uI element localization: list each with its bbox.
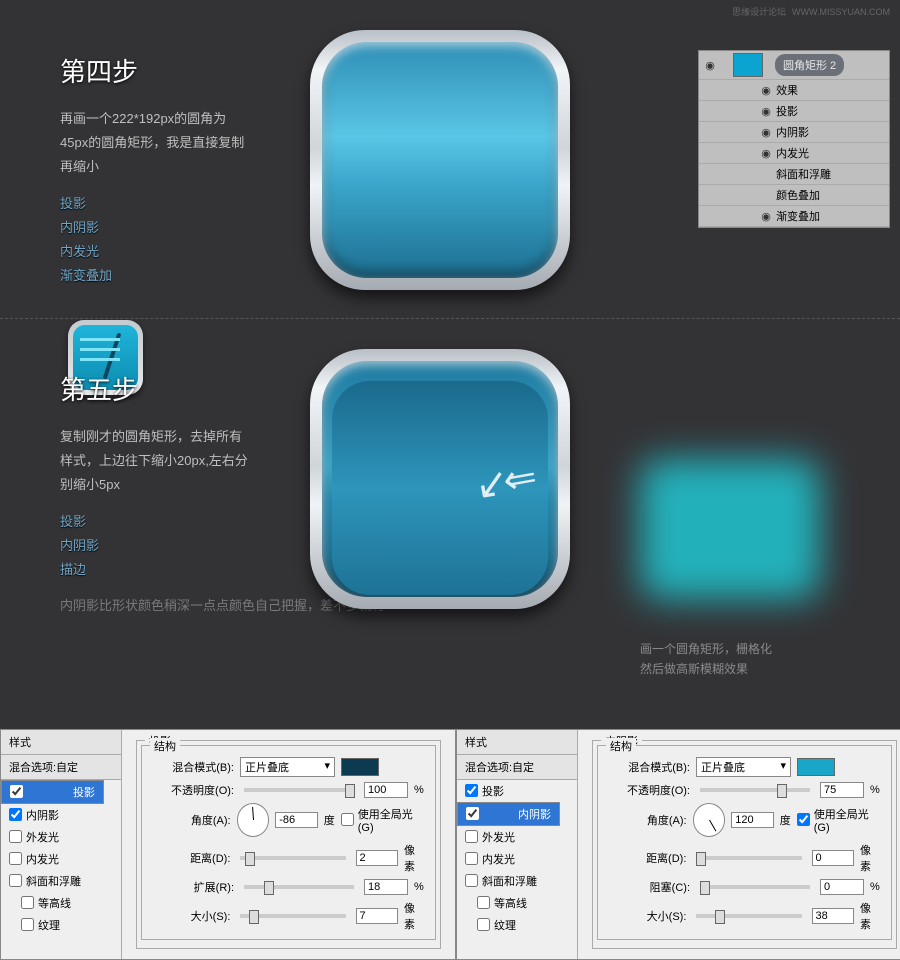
angle-dial[interactable] [693,803,726,837]
style-item[interactable]: 投影 [457,780,577,802]
visibility-icon[interactable]: ◉ [759,147,773,160]
style-item[interactable]: 投影 [1,780,104,804]
step4-desc: 再画一个222*192px的圆角为45px的圆角矩形，我是直接复制再缩小 [60,107,250,179]
style-checkbox[interactable] [465,784,478,797]
style-checkbox[interactable] [477,918,490,931]
fx-item[interactable]: 颜色叠加 [699,185,889,206]
fx-item[interactable]: ◉ 投影 [699,101,889,122]
style-item[interactable]: 斜面和浮雕 [1,870,121,892]
struct-legend: 结构 [150,738,180,754]
dialog-inner-shadow: 样式混合选项:自定 投影 内阴影 外发光 内发光 斜面和浮雕 等高线 纹理内阴影… [456,729,900,960]
glow-caption: 画一个圆角矩形，栅格化然后做高斯模糊效果 [640,639,772,679]
struct-legend: 结构 [606,738,636,754]
distance-slider[interactable] [240,856,345,860]
opacity-value[interactable]: 75 [820,782,864,798]
style-item[interactable]: 内阴影 [457,802,560,826]
blend-mode-select[interactable]: 正片叠底▾ [696,757,791,777]
styles-header: 样式 [457,730,577,755]
opacity-slider[interactable] [700,788,810,792]
style-item[interactable]: 内发光 [457,848,577,870]
fx-item[interactable]: ◉ 内发光 [699,143,889,164]
dialog-drop-shadow: 样式混合选项:自定 投影 内阴影 外发光 内发光 斜面和浮雕 等高线 纹理投影结… [0,729,456,960]
style-checkbox[interactable] [465,852,478,865]
opacity-value[interactable]: 100 [364,782,408,798]
visibility-icon[interactable]: ◉ [759,105,773,118]
style-checkbox[interactable] [477,896,490,909]
style-checkbox[interactable] [466,807,479,820]
size-slider[interactable] [696,914,801,918]
style-item[interactable]: 等高线 [1,892,121,914]
scribble-arrow: ↙⇐ [471,454,535,509]
distance-value[interactable]: 2 [356,850,398,866]
angle-value[interactable]: 120 [731,812,774,828]
global-light-checkbox[interactable] [797,813,810,826]
glow-preview [640,459,820,599]
fx-header[interactable]: ◉ 效果 [699,80,889,101]
layer-thumb [733,53,763,77]
visibility-icon[interactable]: ◉ [759,210,773,223]
style-checkbox[interactable] [9,874,22,887]
visibility-icon[interactable]: ◉ [759,126,773,139]
choke-value[interactable]: 0 [820,879,864,895]
style-checkbox[interactable] [9,808,22,821]
distance-value[interactable]: 0 [812,850,854,866]
blend-mode-select[interactable]: 正片叠底▾ [240,757,335,777]
angle-value[interactable]: -86 [275,812,318,828]
fx-item[interactable]: 斜面和浮雕 [699,164,889,185]
styles-sidebar: 样式混合选项:自定 投影 内阴影 外发光 内发光 斜面和浮雕 等高线 纹理 [1,730,122,959]
style-item[interactable]: 等高线 [457,892,577,914]
styles-sidebar: 样式混合选项:自定 投影 内阴影 外发光 内发光 斜面和浮雕 等高线 纹理 [457,730,578,959]
fx-item[interactable]: ◉ 内阴影 [699,122,889,143]
fx-item[interactable]: ◉ 渐变叠加 [699,206,889,227]
step5-desc: 复制刚才的圆角矩形，去掉所有样式，上边往下缩小20px,左右分别缩小5px [60,425,250,497]
style-item[interactable]: 外发光 [457,826,577,848]
size-value[interactable]: 7 [356,908,398,924]
step4-section: 第四步 再画一个222*192px的圆角为45px的圆角矩形，我是直接复制再缩小… [0,0,900,318]
style-checkbox[interactable] [21,918,34,931]
style-item[interactable]: 纹理 [1,914,121,936]
style-checkbox[interactable] [465,874,478,887]
step5-section: 第五步 复制刚才的圆角矩形，去掉所有样式，上边往下缩小20px,左右分别缩小5p… [0,319,900,729]
style-item[interactable]: 内发光 [1,848,121,870]
layer-name: 圆角矩形 2 [775,54,844,76]
layers-panel[interactable]: ◉ 圆角矩形 2 ◉ 效果 ◉ 投影◉ 内阴影◉ 内发光 斜面和浮雕 颜色叠加◉… [698,50,890,228]
style-checkbox[interactable] [9,830,22,843]
global-light-checkbox[interactable] [341,813,354,826]
opacity-slider[interactable] [244,788,354,792]
style-checkbox[interactable] [10,785,23,798]
color-swatch[interactable] [797,758,835,776]
preview-icon-step4 [310,30,570,290]
style-item[interactable]: 斜面和浮雕 [457,870,577,892]
choke-slider[interactable] [700,885,810,889]
style-checkbox[interactable] [9,852,22,865]
style-checkbox[interactable] [21,896,34,909]
blend-options[interactable]: 混合选项:自定 [1,755,121,780]
distance-slider[interactable] [696,856,801,860]
style-item[interactable]: 纹理 [457,914,577,936]
spread-value[interactable]: 18 [364,879,408,895]
styles-header: 样式 [1,730,121,755]
blend-options[interactable]: 混合选项:自定 [457,755,577,780]
size-slider[interactable] [240,914,345,918]
dialog-main: 投影结构混合模式(B):正片叠底▾不透明度(O):100%角度(A):-86度 … [122,730,455,959]
style-item[interactable]: 内阴影 [1,804,121,826]
dialog-main: 内阴影结构混合模式(B):正片叠底▾不透明度(O):75%角度(A):120度 … [578,730,900,959]
layer-row[interactable]: ◉ 圆角矩形 2 [699,51,889,80]
angle-dial[interactable] [237,803,270,837]
style-item[interactable]: 外发光 [1,826,121,848]
dialogs-row: 样式混合选项:自定 投影 内阴影 外发光 内发光 斜面和浮雕 等高线 纹理投影结… [0,729,900,960]
spread-slider[interactable] [244,885,354,889]
visibility-icon[interactable]: ◉ [703,59,717,72]
size-value[interactable]: 38 [812,908,854,924]
color-swatch[interactable] [341,758,379,776]
style-checkbox[interactable] [465,830,478,843]
